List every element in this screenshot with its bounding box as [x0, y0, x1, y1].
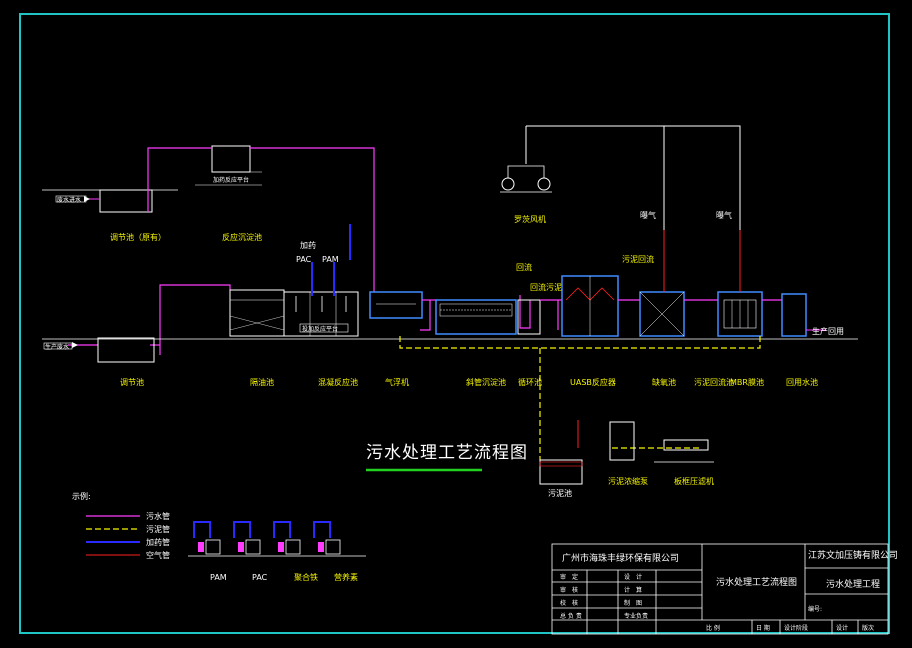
reuse-tank-label: 回用水池 — [786, 377, 818, 387]
oil-separator-label: 隔油池 — [250, 377, 274, 387]
diagram-label: 计 算 — [624, 586, 642, 594]
upper-reaction-tank: 加药反应平台 反应沉淀池 — [195, 145, 262, 242]
drawing-name: 污水处理工艺流程图 — [716, 576, 797, 588]
air-flotation-label: 气浮机 — [385, 377, 409, 387]
legend-heading: 示例: — [72, 491, 91, 501]
diagram-label: 校 核 — [560, 599, 578, 607]
reaction-tank-top-label: 反应沉淀池 — [222, 232, 262, 242]
dosing-platform-label: 投加反应平台 — [302, 325, 338, 333]
dosing-unit-label: 营养素 — [334, 572, 358, 582]
diagram-label: 设计阶段 — [784, 624, 808, 632]
sludge-reflux-tank-label: 污泥回流池 — [694, 377, 734, 387]
company-name: 广州市海珠丰绿环保有限公司 — [562, 552, 679, 564]
sedimentation-label: 斜管沉淀池 — [466, 377, 506, 387]
dosing-unit-label: 聚合铁 — [294, 572, 318, 582]
legend: 示例: 污水管 污泥管 加药管 空气管 — [72, 491, 170, 560]
coag-tank-label: 混凝反应池 — [318, 377, 358, 387]
canopy-note: 加药反应平台 — [213, 176, 249, 184]
aeration-1-label: 曝气 — [640, 210, 656, 220]
project-name: 污水处理工程 — [826, 578, 880, 590]
aeration-2-label: 曝气 — [716, 210, 732, 220]
diagram-label: 污泥管 — [146, 524, 170, 534]
mbr-tank: 污泥回流池 MBR膜池 — [694, 291, 764, 387]
diagram-label: 比 例 — [706, 624, 720, 632]
regulating-pool-label: 调节池 — [120, 377, 144, 387]
air-flotation: 气浮机 — [369, 291, 423, 387]
filter-press: 板框压滤机 — [654, 439, 714, 486]
reuse-out-label: 生产回用 — [812, 326, 844, 336]
legend-item: 污泥管 — [86, 524, 170, 534]
diagram-label: 审 定 — [560, 573, 578, 581]
diagram-label: 加药管 — [146, 537, 170, 547]
diagram-label: 审 核 — [560, 586, 578, 594]
title-block-footer: 比 例 日 期 设计阶段 设计 版次 — [706, 624, 874, 632]
pam-label: PAM — [322, 255, 339, 264]
dosing-label: 加药 — [300, 240, 316, 250]
sedimentation-tank: 斜管沉淀池 — [435, 299, 517, 387]
blower: 罗茨风机 — [500, 125, 741, 230]
diagram-label: 设 计 — [624, 573, 642, 581]
regulating-tank-top-label: 调节池（原有） — [110, 232, 166, 242]
uasb-reactor: UASB反应器 — [561, 275, 619, 387]
legend-item: 污水管 — [86, 511, 170, 521]
reuse-tank: 生产回用 回用水池 — [781, 293, 844, 387]
circulation-label: 循环池 — [518, 377, 542, 387]
reflux-label: 回流 — [516, 262, 532, 272]
title-block-rows: 审 定 设 计 审 核 计 算 校 核 制 图 总 负 责 专业负责 — [560, 573, 648, 620]
coagulation-tank: 投加反应平台 混凝反应池 — [283, 291, 359, 387]
anoxic-tank: 缺氧池 污泥回流 — [622, 254, 685, 387]
anoxic-label: 缺氧池 — [652, 377, 676, 387]
sludge-pipes — [399, 336, 761, 460]
filter-press-label: 板框压滤机 — [674, 476, 714, 486]
dosing-unit-label: PAC — [252, 573, 268, 582]
drawing-title: 污水处理工艺流程图 — [366, 443, 528, 463]
sludge-return-label: 污泥回流 — [622, 254, 654, 264]
sludge-pump-label: 污泥浓缩泵 — [608, 476, 648, 486]
dosing-unit-label: PAM — [210, 573, 227, 582]
inlet-label-2: 生产废水 — [45, 343, 69, 351]
sludge-tank: 污泥池 — [539, 459, 583, 498]
legend-item: 加药管 — [86, 537, 170, 547]
diagram-label: 日 期 — [756, 624, 770, 632]
dosing-units: PAM PAC 聚合铁 营养素 — [188, 521, 366, 582]
backflow-sludge-label: 回流污泥 — [530, 282, 562, 292]
process-flow-diagram: 废水进水 调节池（原有） 加药反应平台 反应沉淀池 生产废水 调节池 隔油池 投… — [42, 125, 898, 635]
blower-label: 罗茨风机 — [514, 214, 546, 224]
legend-item: 空气管 — [86, 550, 170, 560]
circulation-tank: 循环池 回流污泥 回流 — [516, 262, 562, 387]
diagram-label: 空气管 — [146, 550, 170, 560]
diagram-label: 总 负 责 — [560, 612, 582, 620]
diagram-label: 制 图 — [624, 599, 642, 607]
upper-regulating-tank: 废水进水 调节池（原有） — [42, 189, 178, 242]
sludge-tank-label: 污泥池 — [548, 488, 572, 498]
inlet-label: 废水进水 — [57, 196, 81, 204]
diagram-label: 设计 — [836, 624, 848, 632]
aeration-lines: 曝气 曝气 — [640, 210, 741, 292]
diagram-label: 专业负责 — [624, 612, 648, 620]
pac-label: PAC — [296, 255, 312, 264]
sludge-pump: 污泥浓缩泵 — [577, 420, 648, 486]
diagram-label: 版次 — [862, 624, 874, 632]
client-name: 江苏文加压铸有限公司 — [808, 549, 898, 561]
project-no-label: 编号: — [808, 605, 822, 613]
diagram-label: 污水管 — [146, 511, 170, 521]
oil-separator: 隔油池 — [229, 289, 285, 387]
mbr-label: MBR膜池 — [730, 377, 764, 387]
uasb-label: UASB反应器 — [570, 377, 616, 387]
regulating-pool: 生产废水 调节池 — [43, 337, 155, 387]
